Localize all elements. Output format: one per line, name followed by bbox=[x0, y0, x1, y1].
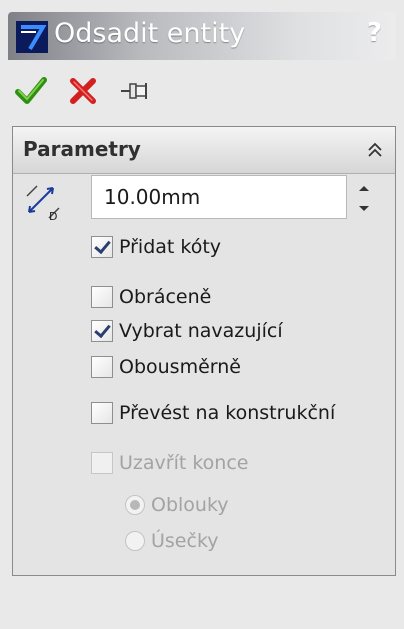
construction-geometry-option[interactable]: Převést na konstrukční bbox=[91, 399, 335, 427]
offset-distance-input[interactable]: 10.00mm bbox=[91, 175, 347, 219]
checkmark-icon[interactable] bbox=[14, 74, 48, 108]
bidirectional-label: Obousměrně bbox=[119, 356, 241, 378]
spin-up-icon[interactable] bbox=[353, 177, 375, 198]
cap-ends-label: Uzavřít konce bbox=[119, 452, 249, 474]
cap-arcs-radio bbox=[125, 495, 145, 515]
reverse-checkbox[interactable] bbox=[91, 286, 113, 308]
distance-spinner bbox=[353, 177, 375, 219]
bidirectional-option[interactable]: Obousměrně bbox=[91, 353, 241, 381]
offset-entities-icon bbox=[16, 21, 48, 53]
reverse-option[interactable]: Obráceně bbox=[91, 283, 211, 311]
cap-arcs-label: Oblouky bbox=[151, 494, 229, 516]
add-dimensions-label: Přidat kóty bbox=[119, 236, 222, 258]
parameters-group: Parametry D 10.00mm Přidat kóty Obráceně… bbox=[12, 126, 396, 576]
construction-geometry-checkbox[interactable] bbox=[91, 402, 113, 424]
select-chain-label: Vybrat navazující bbox=[119, 320, 283, 342]
cap-ends-checkbox bbox=[91, 452, 113, 474]
cap-lines-label: Úsečky bbox=[151, 530, 219, 552]
select-chain-checkbox[interactable] bbox=[91, 320, 113, 342]
reverse-label: Obráceně bbox=[119, 286, 212, 308]
cap-lines-option: Úsečky bbox=[125, 527, 219, 555]
add-dimensions-checkbox[interactable] bbox=[91, 236, 113, 258]
cap-arcs-option: Oblouky bbox=[125, 491, 229, 519]
title-bar: Odsadit entity ? bbox=[8, 12, 396, 60]
x-icon[interactable] bbox=[66, 74, 100, 108]
svg-text:D: D bbox=[49, 210, 57, 223]
bidirectional-checkbox[interactable] bbox=[91, 356, 113, 378]
spin-down-icon[interactable] bbox=[353, 198, 375, 219]
add-dimensions-option[interactable]: Přidat kóty bbox=[91, 233, 221, 261]
help-icon[interactable]: ? bbox=[367, 18, 382, 48]
dialog-title: Odsadit entity bbox=[54, 18, 246, 49]
offset-distance-icon: D bbox=[26, 185, 60, 223]
group-title: Parametry bbox=[23, 137, 141, 161]
construction-geometry-label: Převést na konstrukční bbox=[119, 402, 336, 424]
confirmation-toolbar bbox=[14, 74, 214, 110]
cap-ends-option: Uzavřít konce bbox=[91, 449, 248, 477]
collapse-double-chevron-icon[interactable] bbox=[365, 140, 385, 160]
cap-lines-radio bbox=[125, 531, 145, 551]
pushpin-icon[interactable] bbox=[118, 74, 152, 108]
parameters-group-header[interactable]: Parametry bbox=[13, 127, 395, 174]
select-chain-option[interactable]: Vybrat navazující bbox=[91, 317, 283, 345]
